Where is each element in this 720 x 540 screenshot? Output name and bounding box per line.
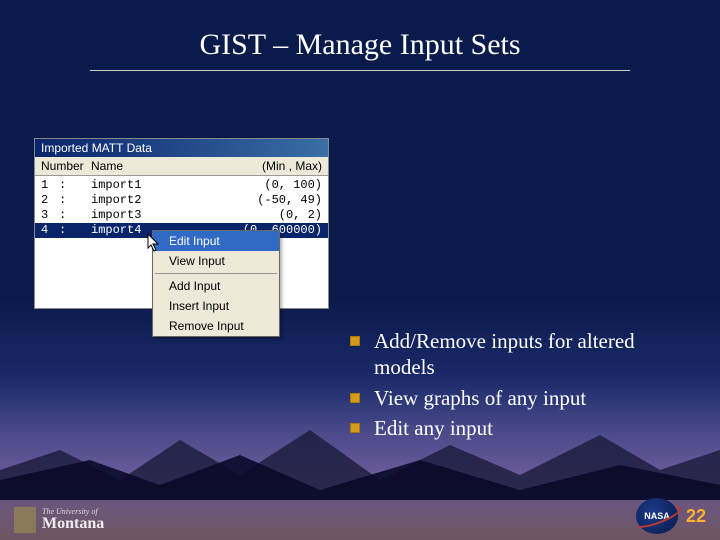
footer: The University of Montana	[0, 500, 720, 540]
context-menu[interactable]: Edit Input View Input Add Input Insert I…	[152, 230, 280, 337]
table-row[interactable]: 3 : import3 (0, 2)	[35, 208, 328, 223]
col-number: Number	[41, 159, 91, 173]
menu-separator	[155, 273, 277, 274]
menu-edit-input[interactable]: Edit Input	[153, 231, 279, 251]
col-range: (Min , Max)	[242, 159, 322, 173]
montana-crest-icon	[14, 507, 36, 533]
menu-view-input[interactable]: View Input	[153, 251, 279, 271]
bullet-icon	[350, 423, 360, 433]
table-row[interactable]: 1 : import1 (0, 100)	[35, 178, 328, 193]
col-name: Name	[91, 159, 242, 173]
menu-remove-input[interactable]: Remove Input	[153, 316, 279, 336]
nasa-logo-icon: NASA	[636, 498, 678, 534]
university-logo: The University of Montana	[14, 507, 104, 533]
bullet-item: Edit any input	[350, 415, 680, 441]
bullet-icon	[350, 336, 360, 346]
panel-titlebar: Imported MATT Data	[35, 139, 328, 157]
bullet-icon	[350, 393, 360, 403]
table-row[interactable]: 2 : import2 (-50, 49)	[35, 193, 328, 208]
bullet-item: Add/Remove inputs for altered models	[350, 328, 680, 381]
slide-title: GIST – Manage Input Sets	[0, 0, 720, 70]
cursor-icon	[147, 233, 161, 253]
page-number: 22	[686, 506, 706, 527]
bullet-list: Add/Remove inputs for altered models Vie…	[350, 328, 680, 445]
menu-add-input[interactable]: Add Input	[153, 276, 279, 296]
menu-insert-input[interactable]: Insert Input	[153, 296, 279, 316]
panel-column-headers: Number Name (Min , Max)	[35, 157, 328, 176]
bullet-item: View graphs of any input	[350, 385, 680, 411]
title-underline	[90, 70, 630, 71]
footer-right: NASA 22	[636, 498, 706, 534]
